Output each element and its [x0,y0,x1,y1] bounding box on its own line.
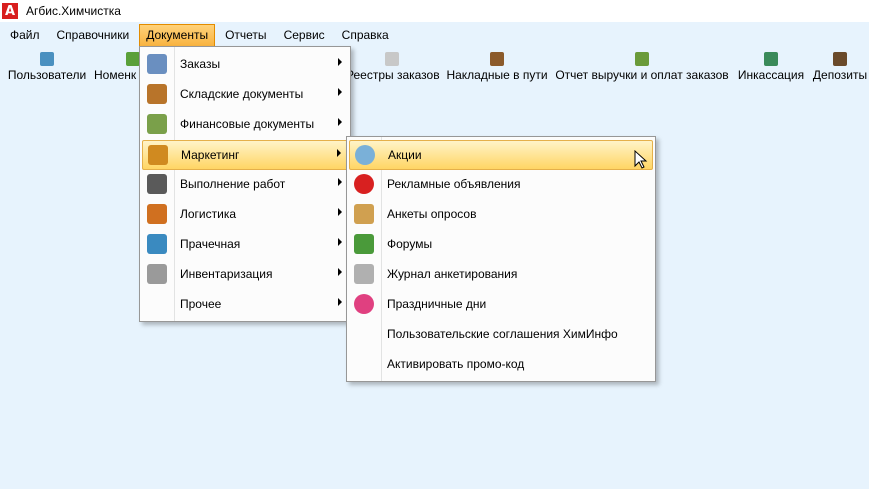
menu-item-forums-label: Форумы [387,237,433,251]
waybills-icon [490,52,504,66]
menu-item-surveys-label: Анкеты опросов [387,207,477,221]
menu-file[interactable]: Файл [3,24,47,47]
toolbar-users-label: Пользователи [7,68,87,82]
balloons-icon [354,294,374,314]
toolbar-users-button[interactable]: Пользователи [6,50,88,86]
toolbar-nomenclature-label: Номенк [94,68,137,82]
toolbar-waybills-button[interactable]: Накладные в пути [446,50,548,86]
window-title: Агбис.Химчистка [26,4,121,18]
menu-item-forums[interactable]: Форумы [349,230,653,258]
menu-item-inventory[interactable]: Инвентаризация [142,260,348,288]
submenu-arrow-icon [337,149,341,157]
warehouse-icon [147,84,167,104]
toolbar-order-registers-button[interactable]: Реестры заказов [346,50,440,86]
submenu-arrow-icon [338,238,342,246]
menu-item-promotions-label: Акции [388,148,422,162]
truck-icon [147,204,167,224]
menu-item-warehouse-docs[interactable]: Складские документы [142,80,348,108]
menu-directories[interactable]: Справочники [50,24,137,47]
menu-item-work-execution-label: Выполнение работ [180,177,286,191]
submenu-arrow-icon [338,118,342,126]
magnifier-icon [147,264,167,284]
menu-item-laundry[interactable]: Прачечная [142,230,348,258]
app-logo-icon: A [2,3,18,19]
menu-item-user-agreements-label: Пользовательские соглашения ХимИнфо [387,327,618,341]
menu-item-activate-promo[interactable]: Активировать промо-код [349,350,653,378]
submenu-arrow-icon [338,268,342,276]
menu-bar: Файл Справочники Документы Отчеты Сервис… [0,23,869,47]
adv-icon [354,174,374,194]
orders-icon [147,54,167,74]
documents-menu: Заказы Складские документы Финансовые до… [139,46,351,322]
menu-item-work-execution[interactable]: Выполнение работ [142,170,348,198]
menu-item-survey-journal-label: Журнал анкетирования [387,267,518,281]
menu-item-marketing-label: Маркетинг [181,148,240,162]
menu-item-logistics[interactable]: Логистика [142,200,348,228]
mouse-cursor-icon [634,150,648,169]
menu-item-advertisements[interactable]: Рекламные объявления [349,170,653,198]
menu-item-orders-label: Заказы [180,57,221,71]
menu-item-financial-docs-label: Финансовые документы [180,117,315,131]
money-icon [147,114,167,134]
journal-icon [354,264,374,284]
menu-item-user-agreements[interactable]: Пользовательские соглашения ХимИнфо [349,320,653,348]
clipboard-icon [354,204,374,224]
revenue-report-icon [635,52,649,66]
menu-documents[interactable]: Документы [139,23,216,47]
submenu-arrow-icon [338,208,342,216]
registers-icon [385,52,399,66]
menu-item-survey-journal[interactable]: Журнал анкетирования [349,260,653,288]
menu-item-surveys[interactable]: Анкеты опросов [349,200,653,228]
submenu-arrow-icon [338,298,342,306]
submenu-arrow-icon [338,178,342,186]
menu-item-logistics-label: Логистика [180,207,237,221]
toolbar-revenue-report-button[interactable]: Отчет выручки и оплат заказов [555,50,729,86]
menu-item-laundry-label: Прачечная [180,237,241,251]
users-icon [40,52,54,66]
menu-item-financial-docs[interactable]: Финансовые документы [142,110,348,138]
submenu-arrow-icon [338,88,342,96]
toolbar-deposits-button[interactable]: Депозиты [812,50,868,86]
toolbar-collection-label: Инкассация [737,68,805,82]
collection-icon [764,52,778,66]
menu-item-orders[interactable]: Заказы [142,50,348,78]
marketing-icon [148,145,168,165]
basket-icon [147,234,167,254]
menu-item-holidays-label: Праздничные дни [387,297,487,311]
menu-help[interactable]: Справка [335,24,396,47]
nomenclature-icon [126,52,140,66]
menu-item-advertisements-label: Рекламные объявления [387,177,521,191]
toolbar-revenue-report-label: Отчет выручки и оплат заказов [555,68,729,82]
marketing-submenu: Акции Рекламные объявления Анкеты опросо… [346,136,656,382]
menu-item-marketing[interactable]: Маркетинг [142,140,348,170]
menu-item-activate-promo-label: Активировать промо-код [387,357,525,371]
deposits-icon [833,52,847,66]
submenu-arrow-icon [338,58,342,66]
menu-item-promotions[interactable]: Акции [349,140,653,170]
menu-item-warehouse-docs-label: Складские документы [180,87,304,101]
toolbar-waybills-label: Накладные в пути [446,68,548,82]
toolbar-deposits-label: Депозиты [812,68,868,82]
menu-item-holidays[interactable]: Праздничные дни [349,290,653,318]
toolbar-order-registers-label: Реестры заказов [346,68,440,82]
toolbar-collection-button[interactable]: Инкассация [737,50,805,86]
tasks-icon [147,174,167,194]
menu-service[interactable]: Сервис [277,24,332,47]
sale-icon [355,145,375,165]
menu-item-other[interactable]: Прочее [142,290,348,318]
menu-reports[interactable]: Отчеты [218,24,273,47]
title-bar: A Агбис.Химчистка [0,0,869,22]
toolbar: Пользователи Номенк Реестры заказов Накл… [0,50,869,86]
forum-icon [354,234,374,254]
menu-item-other-label: Прочее [180,297,222,311]
menu-item-inventory-label: Инвентаризация [180,267,273,281]
toolbar-nomenclature-button[interactable]: Номенк [94,50,140,86]
